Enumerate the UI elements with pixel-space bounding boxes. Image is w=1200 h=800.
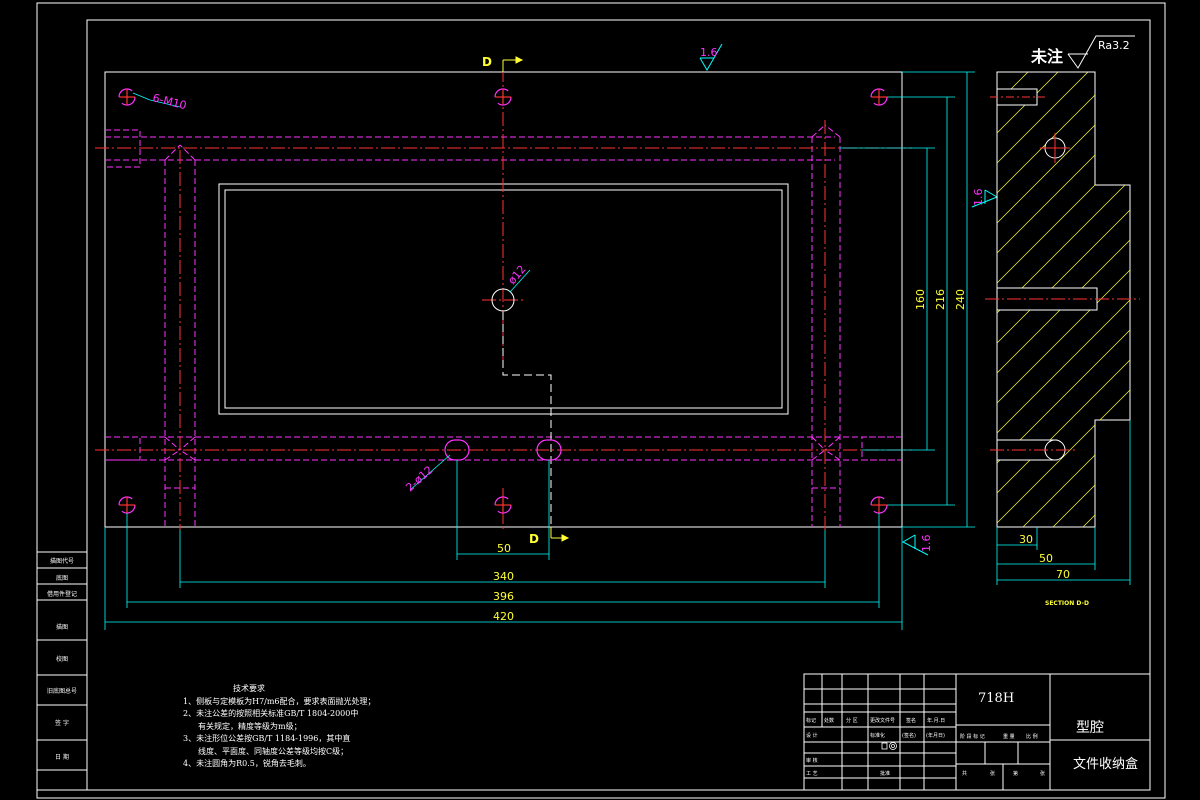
center-hole-callout: ø12 [505,263,528,287]
part-name: 型腔 [1076,720,1104,736]
dim-section-70: 70 [1056,568,1070,581]
tb-header-4: 签名 [906,717,916,724]
tb-approve: 批准 [880,770,890,777]
tech-item-2: 2、未注公差的按照相关标准GB/T 1804-2000中 [183,709,359,718]
tapped-hole-callout: 6-M10 [151,91,188,112]
side-label-5: 旧底图总号 [46,688,77,695]
tapped-leader [132,92,151,101]
tb-year-date: (年月日) [926,732,945,739]
tb-header-0: 标记 [806,717,816,724]
tb-header-2: 分 区 [846,717,858,724]
tb-scale: 比 例 [1026,733,1038,740]
tb-row-check: 审 核 [806,757,818,764]
tech-item-3b: 线度、平面度、同轴度公差等级均按C级； [198,746,349,756]
outer-border [36,2,1166,799]
side-label-1: 底图 [55,575,68,582]
tb-header-1: 处数 [824,717,834,724]
tech-title: 技术要求 [233,684,265,693]
dim-216: 216 [934,289,947,310]
roughness-value-top: 1.6 [700,46,718,59]
plan-view [95,43,999,630]
tb-weight: 重 量 [1003,733,1015,740]
dimension-lines [104,71,975,630]
tb-std-label: 标准化 [870,732,885,739]
tech-item-4: 4、未注圆角为R0.5，锐角去毛刺。 [183,759,311,768]
dim-340: 340 [493,570,514,583]
projection-symbol [881,742,897,750]
side-label-4: 校图 [55,656,68,663]
dim-396: 396 [493,590,514,603]
tb-sheet-0: 共 [962,770,967,777]
tech-item-3: 3、未注形位公差按GB/T 1184-1996，其中直 [183,734,351,743]
side-label-0: 描图代号 [49,558,74,565]
dim-section-30: 30 [1019,533,1033,546]
tech-item-1: 1、侧板与定模板为H7/m6配合，要求表面抛光处理； [183,696,376,706]
dim-50: 50 [497,542,511,555]
tb-sign-date: (签名) [902,732,916,739]
tb-stage: 阶 段 标 记 [960,733,985,740]
roughness-value-bottom: 1.6 [920,535,933,553]
section-arrow-bottom [550,527,570,542]
tb-header-3: 更改文件号 [870,717,895,724]
section-title: SECTION D-D [1045,600,1089,607]
roughness-value-section: 1.6 [972,189,985,207]
section-cut-line [502,312,552,527]
tb-sheet-2: 第 [1013,770,1018,777]
side-label-2: 借用件登记 [46,591,77,598]
assembly-name: 文件收纳盒 [1073,756,1138,772]
tech-requirements: 技术要求 1、侧板与定模板为H7/m6配合，要求表面抛光处理； 2、未注公差的按… [183,683,376,771]
surface-note-label: 未注 [1030,47,1063,66]
dim-160: 160 [914,289,927,310]
section-marker-top: D [482,55,492,69]
dim-420: 420 [493,610,514,623]
section-marker-bottom: D [529,532,539,546]
section-arrow-top [502,56,524,72]
surface-roughness-value: Ra3.2 [1098,39,1130,52]
tb-row-process: 工 艺 [806,771,818,777]
tb-sheet-3: 张 [1040,770,1045,777]
section-view [985,35,1140,585]
material-label: 718H [978,691,1014,706]
dim-240: 240 [954,289,967,310]
side-hole-callout: 2-ø12 [403,463,435,494]
cad-drawing: D D 6-M10 ø12 2-ø12 1.6 1.6 1.6 50 340 3… [36,2,1166,799]
side-label-6: 签 字 [55,720,69,727]
dim-section-50: 50 [1039,552,1053,565]
side-label-7: 日 期 [55,754,69,761]
tb-row-design: 设 计 [806,732,818,739]
tech-item-2b: 有关规定，精度等级为m级； [198,721,302,731]
side-label-3: 描图 [55,624,68,631]
tb-sheet-1: 张 [990,770,995,777]
tb-header-5: 年.月.日 [927,717,945,724]
